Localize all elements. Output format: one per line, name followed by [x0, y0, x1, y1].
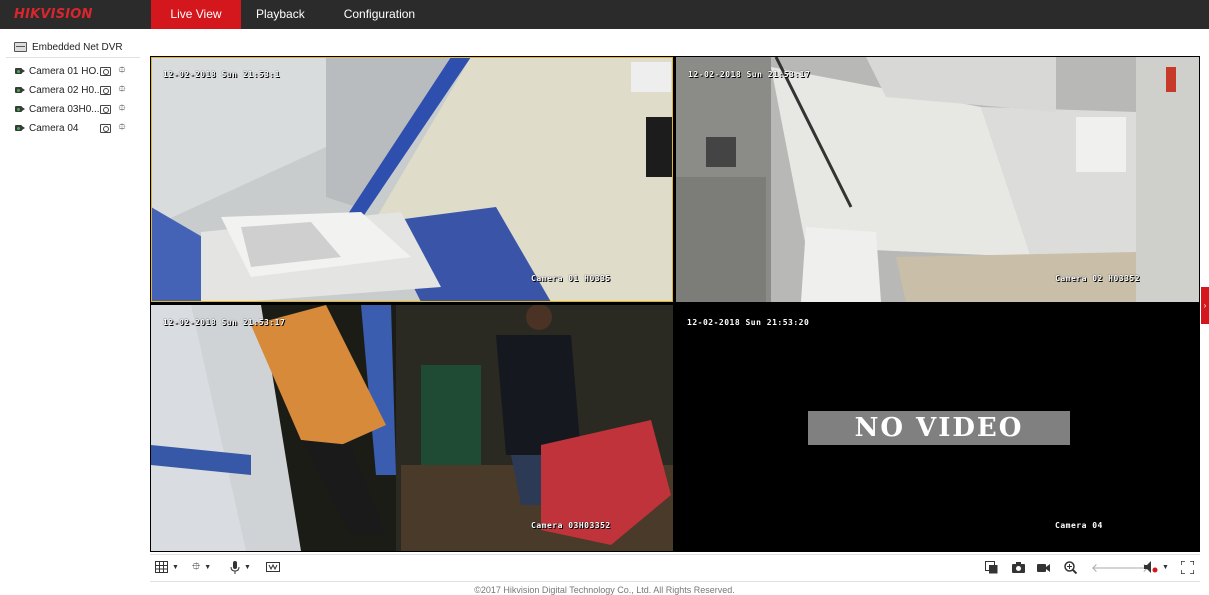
camera-feed-image: [151, 305, 673, 551]
camera-tree-sidebar: Embedded Net DVR Camera 01 HO... ⯐ Camer…: [0, 29, 141, 594]
microphone-icon: [230, 560, 240, 574]
camera-label: Camera 01 HO...: [29, 65, 99, 77]
chevron-down-icon: ▼: [172, 563, 179, 571]
tab-configuration[interactable]: Configuration: [325, 0, 434, 29]
fullscreen-button[interactable]: [1181, 560, 1194, 574]
live-view-grid: 12-02-2018 Sun 21:53:1 Camera 01 H0335 1…: [150, 56, 1200, 552]
osd-camera-name: Camera 02 H03352: [1055, 274, 1141, 283]
camera-feed-image: [151, 57, 673, 302]
camera-item-03[interactable]: Camera 03H0... ⯐: [15, 102, 135, 116]
camera-online-icon: [15, 105, 25, 113]
camera-online-icon: [15, 124, 25, 132]
chevron-down-icon: ▼: [244, 563, 251, 571]
fullscreen-icon: [1181, 560, 1194, 574]
device-label: Embedded Net DVR: [32, 41, 123, 53]
ptz-icon[interactable]: ⯐: [116, 103, 128, 115]
stream-icon: [266, 562, 280, 572]
camera-item-04[interactable]: Camera 04 ⯐: [15, 121, 135, 135]
microphone-button[interactable]: ▼: [230, 560, 251, 574]
osd-timestamp: 12-02-2018 Sun 21:53:17: [688, 70, 811, 79]
capture-icon: [1012, 561, 1025, 573]
ptz-icon[interactable]: ⯐: [116, 65, 128, 77]
top-navigation-bar: HIKVISION Live View Playback Configurati…: [0, 0, 1209, 29]
collapse-panel-handle[interactable]: ›: [1201, 287, 1209, 324]
ptz-icon: ⯐: [192, 560, 201, 573]
chevron-down-icon: ▼: [204, 563, 212, 571]
osd-timestamp: 12-02-2018 Sun 21:53:1: [163, 70, 280, 79]
dvr-icon: [14, 42, 27, 52]
stream-button[interactable]: [266, 560, 280, 574]
ptz-icon[interactable]: ⯐: [116, 84, 128, 96]
volume-button[interactable]: ▼: [1144, 560, 1169, 574]
ptz-button[interactable]: ⯐ ▼: [192, 560, 211, 574]
volume-icon: [1144, 561, 1158, 573]
camera-feed-image: [676, 57, 1199, 302]
device-node[interactable]: Embedded Net DVR: [14, 40, 123, 54]
window-layout-icon: [155, 561, 168, 573]
ptz-icon[interactable]: ⯐: [116, 122, 128, 134]
camera-label: Camera 03H0...: [29, 103, 99, 115]
camera-online-icon: [15, 67, 25, 75]
brand-logo: HIKVISION: [14, 7, 93, 22]
camera-label: Camera 02 H0...: [29, 84, 99, 96]
no-video-text: NO VIDEO: [854, 413, 1024, 443]
chevron-down-icon: ▼: [1162, 563, 1169, 571]
zoom-button[interactable]: [1064, 560, 1077, 574]
stop-all-button[interactable]: [985, 560, 998, 574]
no-video-banner: NO VIDEO: [808, 411, 1070, 445]
osd-camera-name: Camera 04: [1055, 521, 1103, 530]
record-icon[interactable]: [100, 86, 111, 95]
osd-camera-name: Camera 01 H0335: [531, 274, 611, 283]
osd-timestamp: 12-02-2018 Sun 21:53:20: [687, 318, 810, 327]
video-pane-3[interactable]: 12-02-2018 Sun 21:53:17 Camera 03H03352: [151, 305, 673, 551]
osd-timestamp: 12-02-2018 Sun 21:53:17: [163, 318, 286, 327]
record-icon[interactable]: [100, 124, 111, 133]
video-pane-4[interactable]: 12-02-2018 Sun 21:53:20 NO VIDEO Camera …: [676, 305, 1199, 551]
record-icon[interactable]: [100, 67, 111, 76]
record-icon[interactable]: [100, 105, 111, 114]
camera-item-01[interactable]: Camera 01 HO... ⯐: [15, 64, 135, 78]
osd-camera-name: Camera 03H03352: [531, 521, 611, 530]
stop-all-icon: [985, 560, 998, 573]
live-view-toolbar: ▼ ⯐ ▼ ▼ 🡐 🡒 ▼: [150, 554, 1200, 582]
tab-playback[interactable]: Playback: [241, 0, 325, 29]
record-button[interactable]: [1037, 560, 1050, 574]
zoom-icon: [1064, 560, 1077, 574]
camera-item-02[interactable]: Camera 02 H0... ⯐: [15, 83, 135, 97]
tab-live-view[interactable]: Live View: [151, 0, 241, 29]
divider: [6, 57, 140, 58]
camera-online-icon: [15, 86, 25, 94]
record-icon: [1037, 563, 1050, 572]
capture-button[interactable]: [1012, 560, 1025, 574]
camera-label: Camera 04: [29, 122, 79, 134]
window-layout-button[interactable]: ▼: [155, 560, 179, 574]
video-pane-2[interactable]: 12-02-2018 Sun 21:53:17 Camera 02 H03352: [676, 57, 1199, 302]
main-nav: Live View Playback Configuration: [151, 0, 434, 29]
video-pane-1[interactable]: 12-02-2018 Sun 21:53:1 Camera 01 H0335: [151, 57, 673, 302]
